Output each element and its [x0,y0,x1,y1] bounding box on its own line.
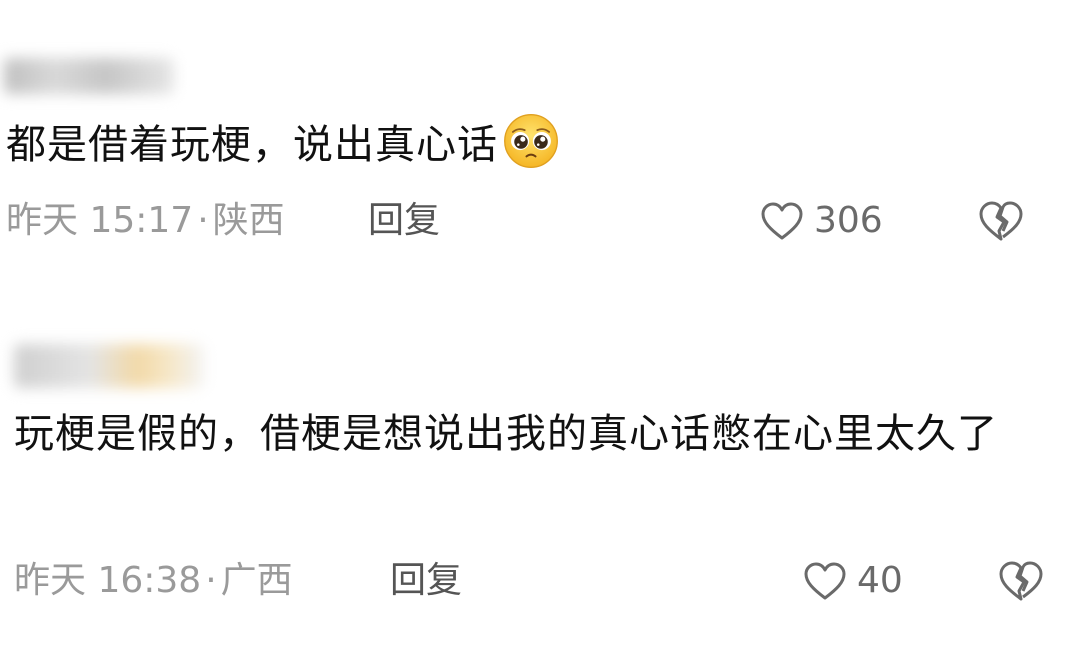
comment-meta: 昨天 15:17 · 陕西 回复 306 [0,196,1080,246]
reply-button[interactable]: 回复 [368,196,440,246]
comment-item: 都是借着玩梗，说出真心话 昨天 15:17 · 陕西 回复 306 [0,0,1080,290]
comment-time: 昨天 15:17 [6,200,194,241]
comment-location: 陕西 [212,200,285,241]
comment-text-content: 都是借着玩梗，说出真心话 [6,122,498,168]
like-button[interactable]: 40 [803,556,903,606]
like-button[interactable]: 306 [760,196,883,246]
heart-icon [804,562,846,600]
pleading-face-icon [504,114,558,168]
heart-icon [761,202,803,240]
comment-location: 广西 [220,560,293,601]
broken-heart-icon[interactable] [998,560,1044,602]
like-count: 40 [857,560,903,601]
reply-button[interactable]: 回复 [390,556,462,606]
comment-timestamp: 昨天 16:38 · 广西 [14,556,293,606]
comment-text: 玩梗是假的，借梗是想说出我的真心话憋在心里太久了 [14,411,998,457]
username-blurred [14,344,204,388]
broken-heart-icon[interactable] [978,200,1024,242]
username-blurred [4,58,174,94]
like-count: 306 [814,200,883,241]
comment-text: 都是借着玩梗，说出真心话 [6,112,560,175]
comment-meta: 昨天 16:38 · 广西 回复 40 [0,556,1080,606]
comment-timestamp: 昨天 15:17 · 陕西 [6,196,285,246]
meta-separator: · [205,560,217,601]
comment-time: 昨天 16:38 [14,560,202,601]
meta-separator: · [197,200,209,241]
comment-item: 玩梗是假的，借梗是想说出我的真心话憋在心里太久了 昨天 16:38 · 广西 回复 … [0,300,1080,658]
